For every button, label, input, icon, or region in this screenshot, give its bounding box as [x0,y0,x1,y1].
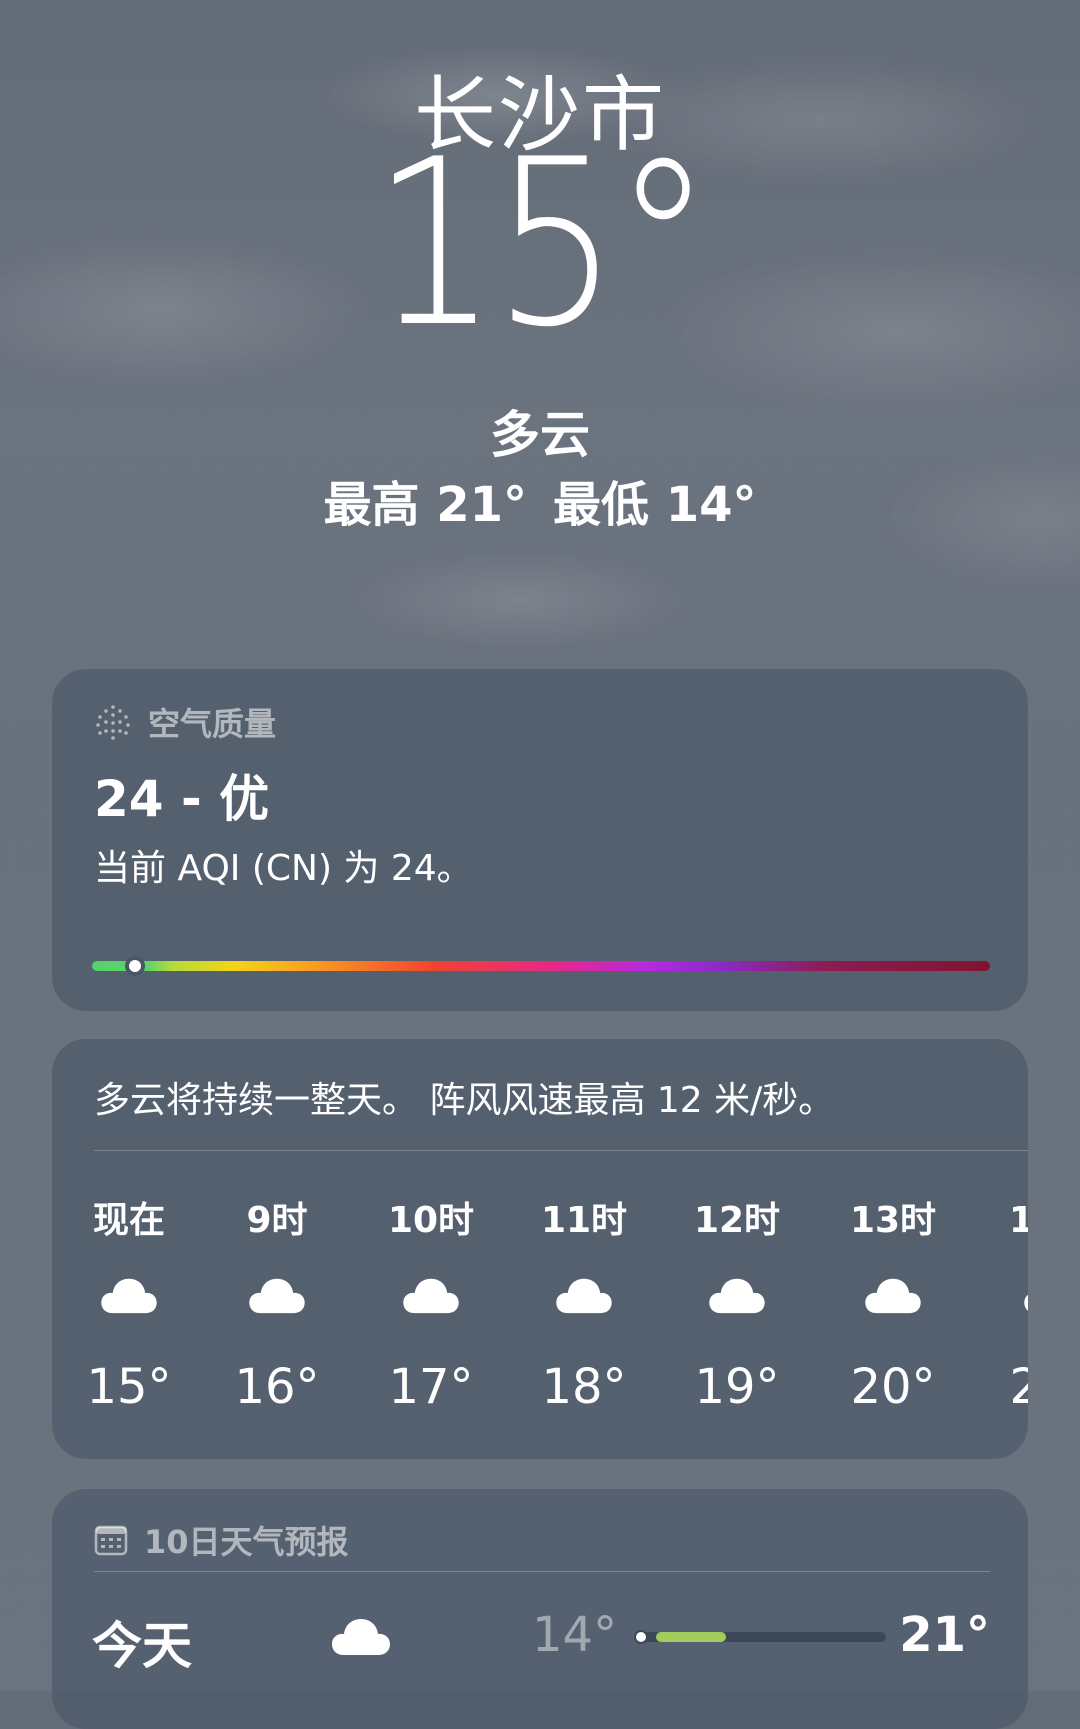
temperature-range-fill [656,1632,726,1642]
hourly-temperature: 18° [541,1359,627,1415]
forecast-title: 10日天气预报 [144,1523,349,1561]
cloud-icon [247,1273,307,1315]
cloud-icon [863,1273,923,1315]
aqi-value: 24 - 优 [94,770,270,828]
hourly-temperature: 15° [86,1359,172,1415]
calendar-icon [94,1525,128,1556]
cloud-icon [332,1619,390,1655]
hourly-list[interactable]: 现在 15° 9时 16° 10时 17° 11时 18° 12时 19° 13时 20° 14时 21° [52,1039,1028,1459]
high-low: 最高 21° 最低 14° [0,465,1080,535]
hourly-temperature: 20° [850,1359,936,1415]
cloud-icon [401,1273,461,1315]
hourly-time: 10时 [387,1200,475,1241]
current-temperature: 15° [372,111,712,378]
hourly-temperature: 17° [388,1359,474,1415]
aqi-scale-bar [92,956,990,976]
ten-day-forecast-card[interactable]: 10日天气预报 今天 14° 21° [52,1489,1028,1729]
hourly-temperature: 16° [234,1359,320,1415]
cloud-icon [99,1273,159,1315]
cloud-icon [1022,1273,1028,1315]
low-temperature: 最低 14° [553,477,757,533]
forecast-high: 21° [899,1607,990,1663]
air-quality-card[interactable]: 空气质量 24 - 优 当前 AQI (CN) 为 24。 [52,669,1028,1011]
aqi-description: 当前 AQI (CN) 为 24。 [94,848,473,889]
temperature-range-bar [634,1630,886,1644]
hourly-time: 11时 [540,1200,628,1241]
hourly-time: 现在 [92,1200,165,1241]
cloud-icon [707,1273,767,1315]
hourly-time: 9时 [246,1200,308,1241]
forecast-header: 10日天气预报 [94,1517,349,1563]
forecast-low: 14° [532,1607,618,1663]
current-condition: 多云 [490,406,590,464]
high-temperature: 最高 21° [323,477,527,533]
hourly-temperature: 21° [1009,1359,1028,1415]
aqi-indicator-dot [125,956,146,976]
forecast-day: 今天 [92,1617,192,1675]
hourly-time: 12时 [693,1200,781,1241]
hourly-time: 13时 [849,1200,937,1241]
hourly-time: 14时 [1008,1200,1028,1241]
air-quality-title: 空气质量 [148,705,277,743]
cloud-icon [554,1273,614,1315]
current-temp-dot [634,1630,648,1644]
divider [94,1571,990,1572]
hourly-temperature: 19° [694,1359,780,1415]
air-quality-header: 空气质量 [94,699,276,745]
air-quality-icon [96,705,130,740]
hourly-forecast-card[interactable]: 多云将持续一整天。 阵风风速最高 12 米/秒。 现在 15° 9时 16° 10时 17… [52,1039,1028,1459]
